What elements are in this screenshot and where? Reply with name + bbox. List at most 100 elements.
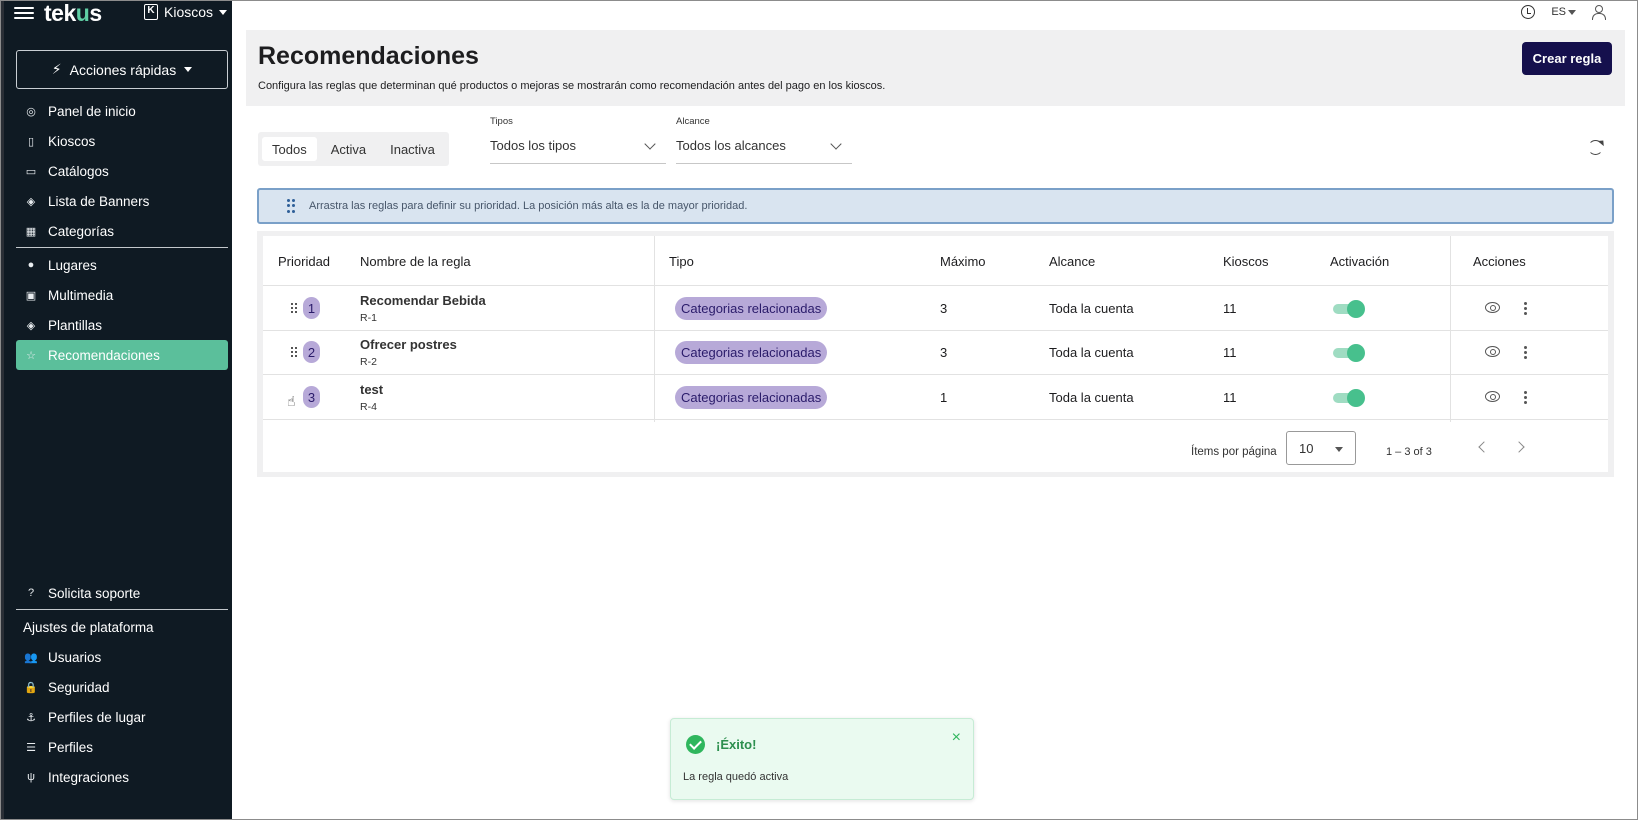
activation-toggle[interactable] [1333, 300, 1365, 318]
caret-down-icon [219, 9, 228, 15]
app-logo[interactable]: tekus [44, 0, 102, 27]
table-row[interactable]: 1 Recomendar Bebida R-1 Categorias relac… [263, 286, 1608, 331]
info-banner-text: Arrastra las reglas para definir su prio… [309, 200, 748, 212]
tab-inactiva[interactable]: Inactiva [380, 137, 445, 161]
scope-select-label: Alcance [676, 116, 710, 127]
column-header-scope[interactable]: Alcance [1049, 254, 1095, 269]
priority-badge: 3 [303, 386, 320, 408]
platform-settings-heading: Ajustes de plataforma [23, 619, 154, 635]
sidebar-item-label: Categorías [48, 223, 115, 239]
column-header-type[interactable]: Tipo [669, 254, 694, 269]
sidebar-item-label: Usuarios [48, 649, 102, 665]
sidebar-item-seguridad[interactable]: 🔒 Seguridad [16, 672, 228, 702]
table-row[interactable]: 2 Ofrecer postres R-2 Categorias relacio… [263, 330, 1608, 375]
help-icon: ? [27, 587, 35, 599]
rule-kiosks: 11 [1223, 345, 1237, 360]
sidebar-item-recomendaciones[interactable]: ☆ Recomendaciones [16, 340, 228, 370]
sidebar-item-label: Plantillas [48, 317, 103, 333]
rule-scope: Toda la cuenta [1049, 345, 1134, 360]
activation-toggle[interactable] [1333, 389, 1365, 407]
sidebar-divider [16, 609, 228, 610]
eye-icon[interactable] [1485, 346, 1500, 357]
sidebar-item-catalogos[interactable]: ▭ Catálogos [16, 156, 228, 186]
more-options-icon[interactable] [1524, 302, 1527, 315]
location-pin-icon: ● [27, 259, 35, 271]
page-title: Recomendaciones [258, 42, 479, 70]
history-icon[interactable] [1521, 5, 1536, 19]
column-header-actions: Acciones [1473, 254, 1526, 269]
rule-max: 3 [940, 301, 948, 316]
sidebar-item-multimedia[interactable]: ▣ Multimedia [16, 280, 228, 310]
items-per-page-select[interactable]: 10 [1286, 431, 1356, 465]
eye-icon[interactable] [1485, 302, 1500, 313]
dashboard-icon: ◎ [26, 105, 36, 118]
rule-type-chip: Categorias relacionadas [675, 386, 828, 409]
create-rule-button[interactable]: Crear regla [1522, 42, 1612, 75]
sidebar-item-solicita-soporte[interactable]: ? Solicita soporte [16, 578, 228, 608]
sidebar-item-lista-de-banners[interactable]: ◈ Lista de Banners [16, 186, 228, 216]
caret-down-icon [184, 67, 193, 72]
sidebar-item-perfiles-de-lugar[interactable]: ⚓ Perfiles de lugar [16, 702, 228, 732]
sidebar-item-plantillas[interactable]: ◈ Plantillas [16, 310, 228, 340]
top-bar: ES [232, 0, 1638, 26]
column-header-max[interactable]: Máximo [940, 254, 986, 269]
rule-scope: Toda la cuenta [1049, 301, 1134, 316]
rule-name: test [360, 382, 384, 397]
column-header-name[interactable]: Nombre de la regla [360, 254, 471, 269]
column-header-activation[interactable]: Activación [1330, 254, 1389, 269]
priority-badge: 2 [303, 341, 320, 363]
types-select[interactable]: Tipos Todos los tipos [490, 114, 666, 164]
star-icon: ☆ [26, 349, 36, 362]
chevron-left-icon[interactable] [1478, 441, 1490, 453]
kiosk-selector[interactable]: K Kioscos [144, 4, 228, 20]
sidebar-item-lugares[interactable]: ● Lugares [16, 250, 228, 280]
lock-icon: 🔒 [24, 681, 38, 694]
rule-scope: Toda la cuenta [1049, 390, 1134, 405]
rule-type-chip: Categorias relacionadas [675, 341, 828, 364]
book-icon: ▭ [25, 165, 37, 178]
drag-handle-icon[interactable] [291, 347, 297, 357]
plug-icon: ψ [27, 771, 35, 783]
sidebar-item-categorias[interactable]: ▦ Categorías [16, 216, 228, 246]
caret-down-icon [1335, 447, 1343, 452]
chevron-down-icon [830, 138, 842, 150]
sidebar-item-perfiles[interactable]: ☰ Perfiles [16, 732, 228, 762]
bolt-icon: ⚡ [51, 61, 62, 77]
sidebar-item-label: Perfiles de lugar [48, 709, 146, 725]
toast-message: La regla quedó activa [683, 771, 789, 783]
drag-handle-icon[interactable] [291, 303, 297, 313]
anchor-icon: ⚓ [26, 711, 36, 724]
column-header-priority[interactable]: Prioridad [278, 254, 330, 269]
sidebar-item-kioscos[interactable]: ▯ Kioscos [16, 126, 228, 156]
activation-toggle[interactable] [1333, 344, 1365, 362]
eye-icon[interactable] [1485, 391, 1500, 402]
language-selector[interactable]: ES [1551, 6, 1576, 18]
types-select-label: Tipos [490, 116, 513, 127]
tab-todos[interactable]: Todos [262, 137, 317, 161]
chevron-right-icon[interactable] [1513, 441, 1525, 453]
rule-code: R-2 [360, 356, 377, 368]
sidebar-item-integraciones[interactable]: ψ Integraciones [16, 762, 228, 792]
quick-actions-button[interactable]: ⚡ Acciones rápidas [16, 50, 228, 89]
close-icon[interactable]: × [952, 730, 961, 746]
more-options-icon[interactable] [1524, 391, 1527, 404]
column-header-kiosks[interactable]: Kioscos [1223, 254, 1269, 269]
sidebar-item-label: Kioscos [48, 133, 96, 149]
rule-kiosks: 11 [1223, 390, 1237, 405]
sidebar-item-usuarios[interactable]: 👥 Usuarios [16, 642, 228, 672]
layers-icon: ◈ [26, 319, 36, 332]
kiosk-selector-label: Kioscos [164, 4, 214, 20]
page-header: Recomendaciones Configura las reglas que… [246, 30, 1625, 106]
table-row[interactable]: ☝ 3 test R-4 Categorias relacionadas 1 T… [263, 375, 1608, 420]
sidebar-item-label: Seguridad [48, 679, 110, 695]
user-icon[interactable] [1592, 5, 1606, 20]
types-select-value: Todos los tipos [490, 138, 576, 153]
tab-activa[interactable]: Activa [321, 137, 376, 161]
items-per-page-value: 10 [1299, 441, 1314, 456]
scope-select[interactable]: Alcance Todos los alcances [676, 114, 852, 164]
sidebar-item-label: Solicita soporte [48, 585, 141, 601]
more-options-icon[interactable] [1524, 346, 1527, 359]
sidebar-item-panel-de-inicio[interactable]: ◎ Panel de inicio [16, 96, 228, 126]
menu-icon[interactable] [14, 4, 34, 22]
refresh-icon[interactable] [1588, 140, 1603, 155]
